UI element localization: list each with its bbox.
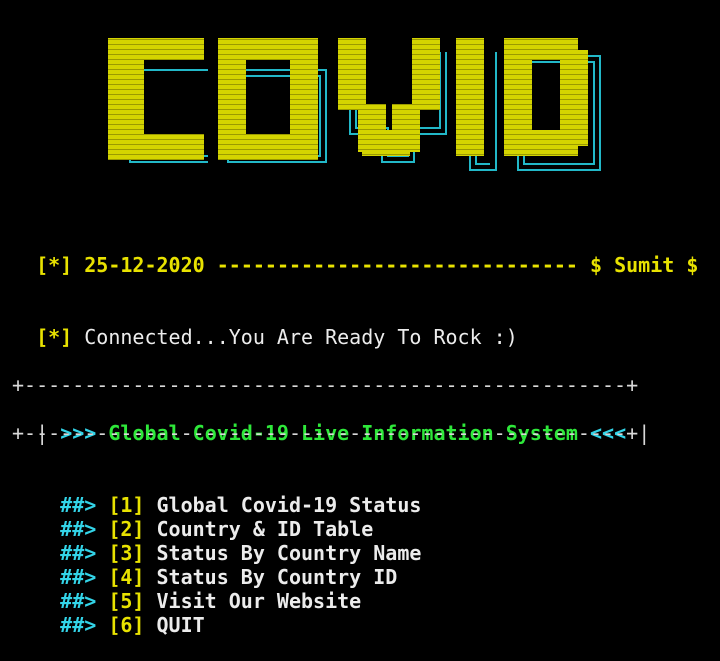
- date-prefix: [*]: [36, 253, 73, 277]
- header-box-top-border: +---------------------------------------…: [12, 373, 639, 397]
- covid-banner-logo: [108, 38, 601, 171]
- menu-label: QUIT: [156, 613, 205, 637]
- date-author-line: [*] 25-12-2020 -------------------------…: [12, 229, 698, 277]
- menu-arrow: ##>: [60, 613, 97, 637]
- header-box-bottom-border: +---------------------------------------…: [12, 421, 639, 445]
- status-prefix: [*]: [36, 325, 73, 349]
- menu-item-quit[interactable]: ##> [6] QUIT: [12, 589, 205, 661]
- author-name: $ Sumit $: [590, 253, 699, 277]
- status-message: Connected...You Are Ready To Rock :): [84, 325, 518, 349]
- status-line: [*] Connected...You Are Ready To Rock :): [12, 301, 518, 349]
- menu-key: [6]: [108, 613, 145, 637]
- separator-dashes: ------------------------------: [216, 253, 578, 277]
- header-box-right-edge: |: [638, 421, 651, 445]
- date-text: 25-12-2020: [84, 253, 205, 277]
